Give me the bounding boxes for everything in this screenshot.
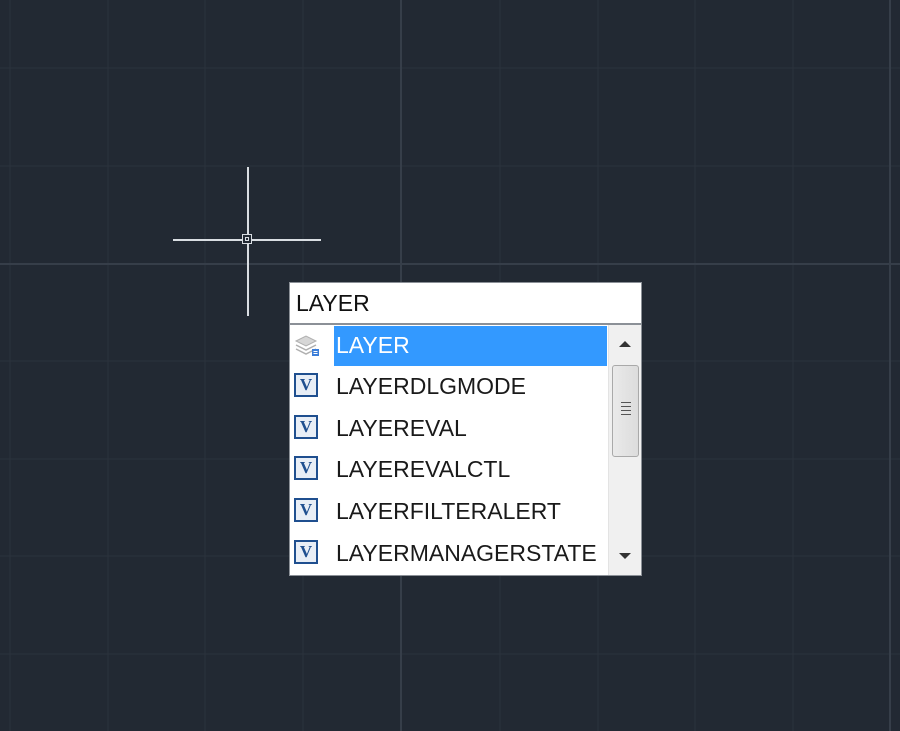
autocomplete-item-layerevalctl[interactable]: V LAYEREVALCTL (290, 449, 608, 490)
system-variable-icon: V (294, 415, 318, 439)
system-variable-icon: V (294, 373, 318, 397)
grip-line (621, 402, 631, 403)
autocomplete-item-layerdlgmode[interactable]: V LAYERDLGMODE (290, 366, 608, 407)
autocomplete-item-label: LAYEREVAL (336, 415, 467, 441)
system-variable-icon: V (294, 540, 318, 564)
vertical-scrollbar[interactable] (608, 325, 641, 575)
layers-icon (294, 335, 319, 356)
autocomplete-item-label: LAYERMANAGERSTATE (336, 540, 597, 566)
grip-line (621, 406, 631, 407)
autocomplete-item-layer[interactable]: LAYER (290, 325, 608, 366)
system-variable-icon: V (294, 498, 318, 522)
autocomplete-item-label: LAYERDLGMODE (336, 373, 527, 399)
autocomplete-item-label: LAYERFILTERALERT (336, 498, 561, 524)
arrow-up-icon (619, 341, 631, 347)
autocomplete-item-label: LAYER (336, 332, 410, 358)
command-input[interactable]: LAYER (289, 282, 642, 324)
scroll-down-button[interactable] (609, 539, 641, 575)
autocomplete-list[interactable]: LAYER V LAYERDLGMODE V LAYEREVAL V LAYER… (289, 324, 642, 576)
scroll-up-button[interactable] (609, 325, 641, 361)
arrow-down-icon (619, 553, 631, 559)
grip-line (621, 414, 631, 415)
autocomplete-item-layermanagerstate[interactable]: V LAYERMANAGERSTATE (290, 533, 608, 574)
pickbox-cursor (242, 234, 252, 244)
system-variable-icon: V (294, 456, 318, 480)
scrollbar-thumb[interactable] (612, 365, 639, 457)
grip-line (621, 410, 631, 411)
autocomplete-item-label: LAYEREVALCTL (336, 456, 511, 482)
autocomplete-item-layerfilteralert[interactable]: V LAYERFILTERALERT (290, 491, 608, 532)
autocomplete-item-layereval[interactable]: V LAYEREVAL (290, 408, 608, 449)
